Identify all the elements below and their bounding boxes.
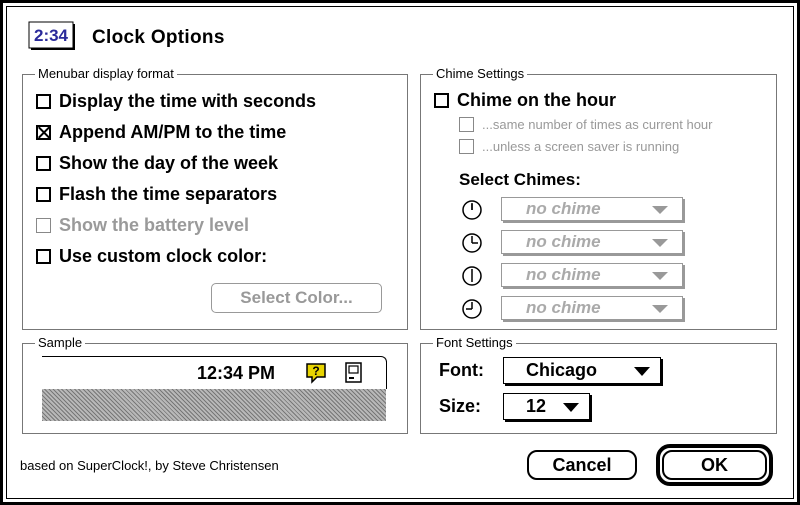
chime-popup-4[interactable]: no chime	[501, 296, 683, 320]
size-popup[interactable]: 12	[503, 393, 590, 420]
font-popup[interactable]: Chicago	[503, 357, 661, 384]
chime-popup-3[interactable]: no chime	[501, 263, 683, 287]
font-settings-label: Font Settings	[433, 335, 516, 350]
same-number-label: ...same number of times as current hour	[482, 117, 713, 132]
option-ampm-checkbox[interactable]	[36, 125, 51, 140]
chime-popup-value: no chime	[526, 199, 601, 218]
option-custom-color[interactable]: Use custom clock color:	[36, 246, 267, 267]
chime-popup-1[interactable]: no chime	[501, 197, 683, 221]
font-popup-arrow-icon	[634, 367, 650, 376]
unless-saver-checkbox[interactable]	[459, 139, 474, 154]
option-day-of-week[interactable]: Show the day of the week	[36, 153, 278, 174]
option-ampm[interactable]: Append AM/PM to the time	[36, 122, 286, 143]
same-number-checkbox[interactable]	[459, 117, 474, 132]
option-custom-color-label: Use custom clock color:	[59, 246, 268, 266]
option-day-of-week-checkbox[interactable]	[36, 156, 51, 171]
chevron-down-icon	[652, 305, 668, 313]
sample-label: Sample	[35, 335, 86, 350]
sample-desktop-pattern	[42, 389, 386, 421]
option-battery-level-checkbox[interactable]	[36, 218, 51, 233]
option-flash-separators[interactable]: Flash the time separators	[36, 184, 277, 205]
unless-saver-option[interactable]: ...unless a screen saver is running	[459, 139, 679, 154]
select-color-button[interactable]: Select Color...	[211, 283, 382, 313]
menubar-sample: 12:34 PM ?	[42, 356, 387, 421]
option-flash-separators-label: Flash the time separators	[59, 184, 278, 204]
chime-popup-value: no chime	[526, 298, 601, 317]
option-ampm-label: Append AM/PM to the time	[59, 122, 287, 142]
same-number-option[interactable]: ...same number of times as current hour	[459, 117, 712, 132]
cancel-button[interactable]: Cancel	[527, 450, 637, 480]
clock-12-icon	[461, 199, 483, 221]
chime-popup-value: no chime	[526, 232, 601, 251]
select-chimes-heading: Select Chimes:	[459, 170, 581, 189]
chime-settings-label: Chime Settings	[433, 66, 528, 81]
option-seconds-label: Display the time with seconds	[59, 91, 317, 111]
mac-computer-icon	[345, 362, 363, 384]
clock-3-icon	[461, 232, 483, 254]
chime-popup-2[interactable]: no chime	[501, 230, 683, 254]
unless-saver-label: ...unless a screen saver is running	[482, 139, 680, 154]
svg-text:2:34: 2:34	[34, 26, 69, 45]
option-battery-level[interactable]: Show the battery level	[36, 215, 249, 236]
font-label: Font:	[439, 360, 484, 380]
svg-text:?: ?	[312, 364, 319, 378]
chime-on-hour-checkbox[interactable]	[434, 93, 449, 108]
option-flash-separators-checkbox[interactable]	[36, 187, 51, 202]
credit-text: based on SuperClock!, by Steve Christens…	[20, 458, 279, 473]
option-battery-level-label: Show the battery level	[59, 215, 250, 235]
chevron-down-icon	[652, 206, 668, 214]
sample-time: 12:34 PM	[197, 363, 276, 383]
font-value: Chicago	[526, 360, 598, 380]
option-custom-color-checkbox[interactable]	[36, 249, 51, 264]
help-balloon-icon: ?	[305, 362, 327, 384]
clock-app-icon: 2:34	[28, 21, 76, 51]
option-day-of-week-label: Show the day of the week	[59, 153, 279, 173]
option-seconds[interactable]: Display the time with seconds	[36, 91, 316, 112]
size-value: 12	[526, 396, 547, 416]
clock-6-icon	[461, 265, 483, 287]
option-seconds-checkbox[interactable]	[36, 94, 51, 109]
chevron-down-icon	[652, 239, 668, 247]
chevron-down-icon	[652, 272, 668, 280]
chime-popup-value: no chime	[526, 265, 601, 284]
chime-on-hour-option[interactable]: Chime on the hour	[434, 90, 616, 111]
ok-button[interactable]: OK	[662, 450, 767, 480]
dialog-title: Clock Options	[92, 27, 225, 48]
chime-on-hour-label: Chime on the hour	[457, 90, 616, 110]
menubar-format-label: Menubar display format	[35, 66, 177, 81]
clock-9-icon	[461, 298, 483, 320]
size-popup-arrow-icon	[563, 403, 579, 412]
size-label: Size:	[439, 396, 482, 416]
